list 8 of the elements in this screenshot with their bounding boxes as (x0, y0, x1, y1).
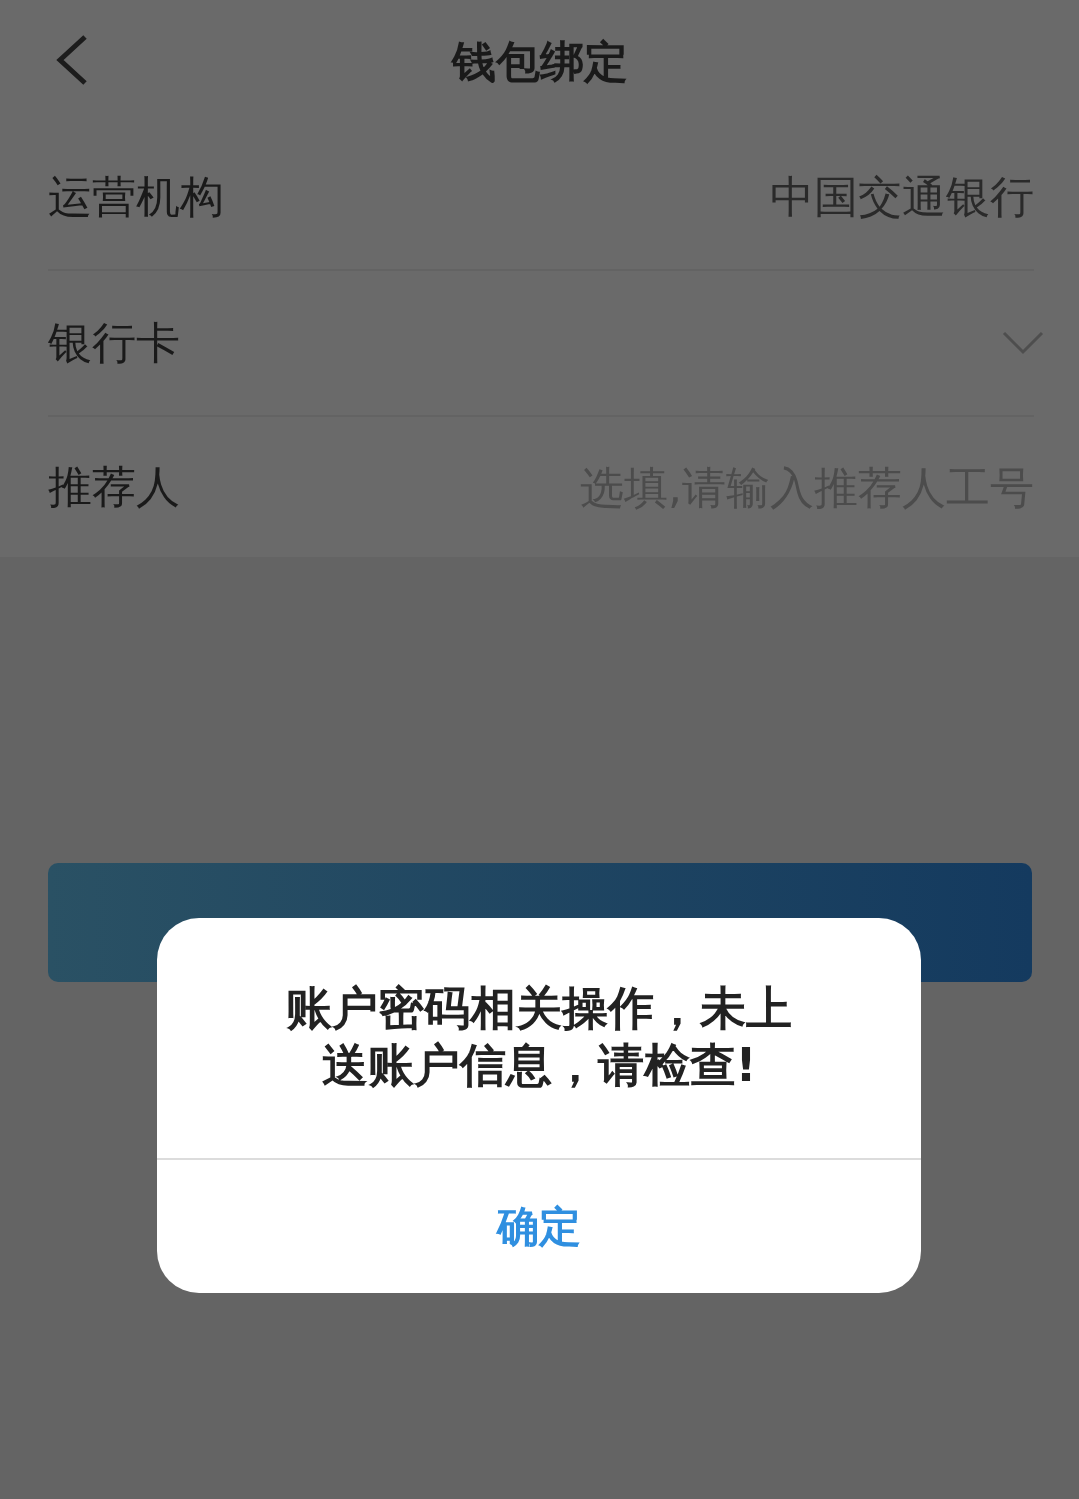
back-icon[interactable] (55, 34, 89, 86)
field-label: 推荐人 (48, 459, 180, 514)
confirm-button[interactable]: 确定 (157, 1160, 921, 1293)
field-label: 银行卡 (48, 315, 180, 370)
field-label: 运营机构 (48, 169, 224, 224)
field-value: 中国交通银行 (770, 169, 1034, 224)
page-title: 钱包绑定 (451, 35, 628, 89)
alert-message: 账户密码相关操作，未上送账户信息，请检查! (157, 918, 921, 1160)
